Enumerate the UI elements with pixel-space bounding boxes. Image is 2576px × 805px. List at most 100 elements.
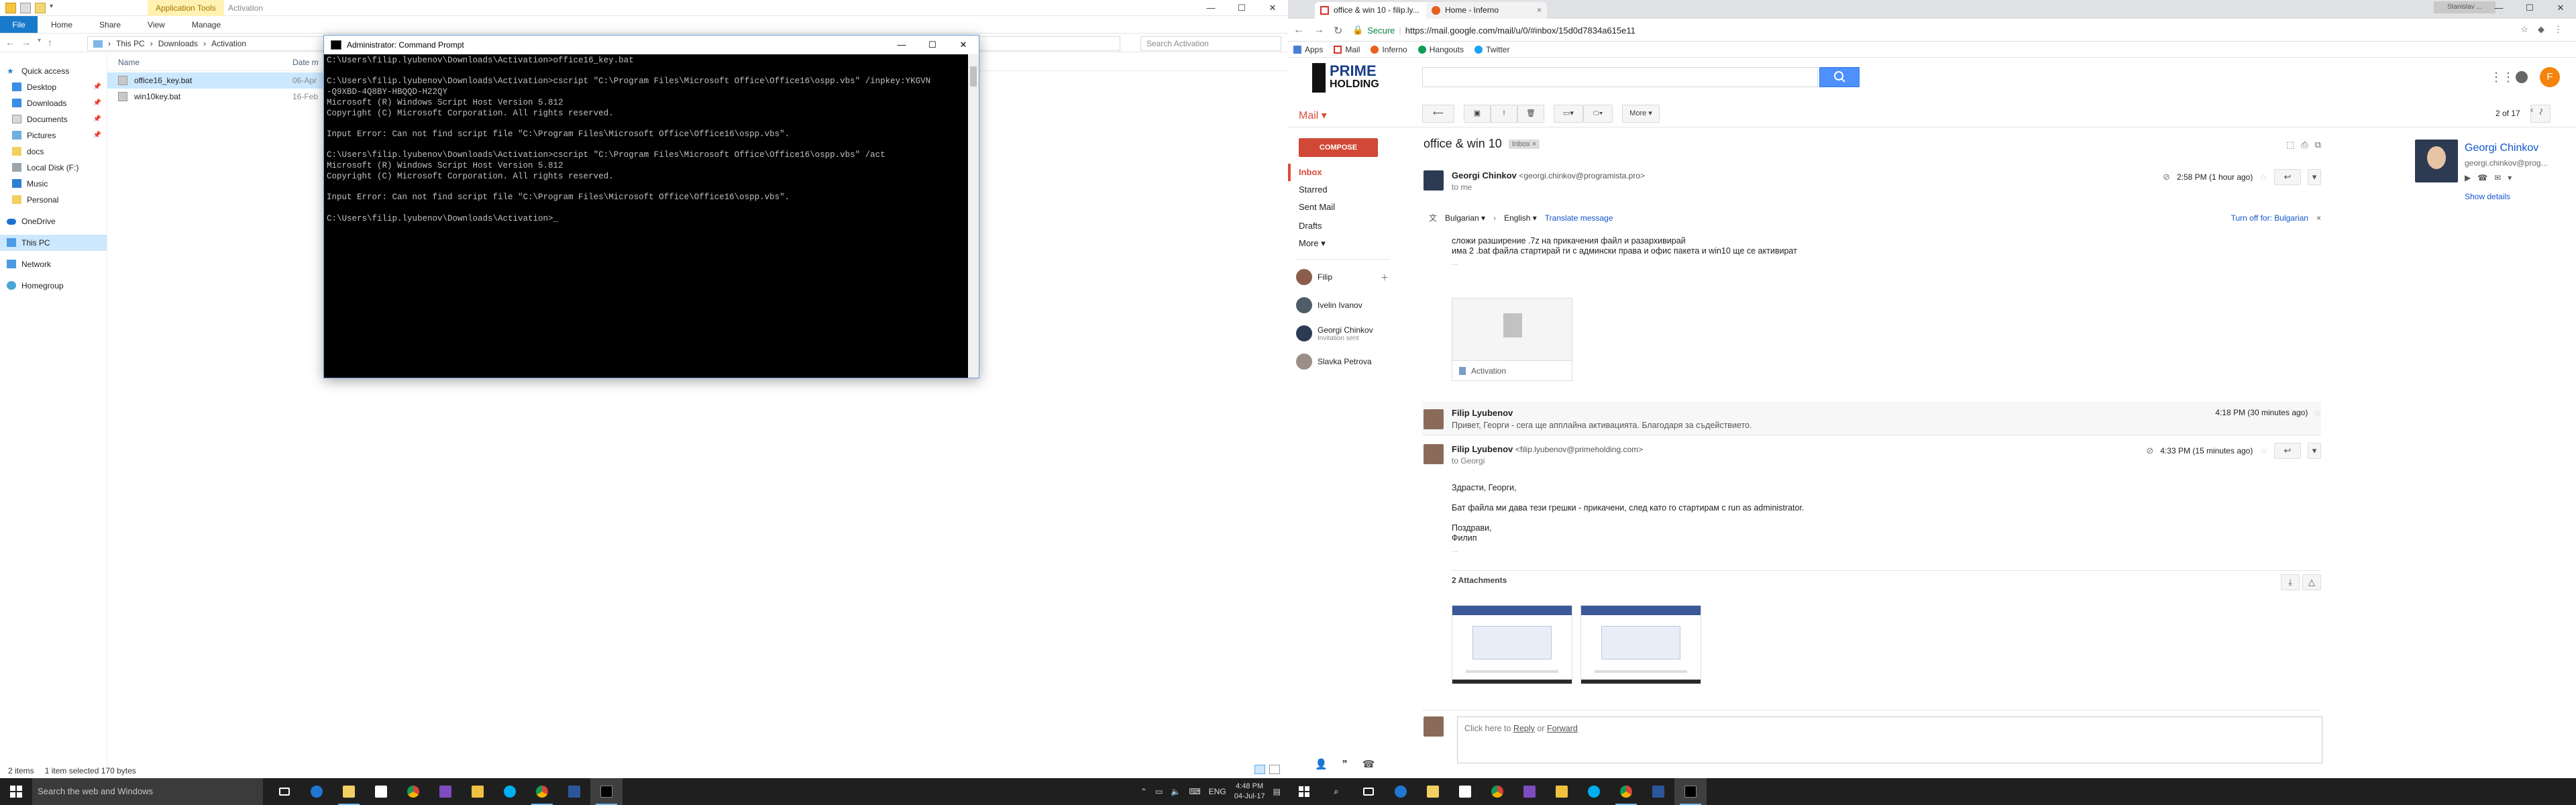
forward-arrow-icon[interactable]: → xyxy=(1313,24,1324,38)
more-button[interactable]: More ▾ xyxy=(1622,105,1660,123)
nav-documents[interactable]: Documents 📌 xyxy=(0,111,107,127)
attachment-thumbnail[interactable] xyxy=(1452,605,1572,684)
message-header[interactable]: Georgi Chinkov <georgi.chinkov@programis… xyxy=(1452,170,1645,192)
nav-docs[interactable]: docs xyxy=(0,144,107,160)
download-all-icon[interactable]: ⤓ xyxy=(2281,574,2300,590)
tab-gmail[interactable]: office & win 10 - filip.ly... × xyxy=(1315,2,1436,19)
visual-studio-button[interactable] xyxy=(1513,778,1546,805)
column-date[interactable]: Date m xyxy=(292,58,319,67)
translate-link[interactable]: Translate message xyxy=(1545,213,1613,223)
cmd-button[interactable] xyxy=(590,778,623,805)
mail-menu[interactable]: Mail ▾ xyxy=(1299,109,1327,122)
recipient-line[interactable]: to Georgi xyxy=(1452,456,1643,466)
console-output[interactable]: C:\Users\filip.lyubenov\Downloads\Activa… xyxy=(324,54,968,378)
back-arrow-icon[interactable]: ← xyxy=(1293,24,1304,38)
reload-icon[interactable]: ↻ xyxy=(1334,24,1342,38)
apps-grid-icon[interactable]: ⋮⋮ xyxy=(2490,70,2514,84)
task-view-button[interactable] xyxy=(1352,778,1385,805)
minimize-button[interactable]: — xyxy=(886,36,917,54)
skype-button[interactable] xyxy=(494,778,526,805)
reply-link[interactable]: Reply xyxy=(1513,724,1535,733)
url-bar[interactable]: 🔒 Secure | https://mail.google.com/mail/… xyxy=(1352,22,2446,38)
person-icon[interactable]: 👤 xyxy=(1315,758,1328,770)
new-window-icon[interactable]: ⧉ xyxy=(2315,140,2321,150)
minimize-button[interactable]: — xyxy=(2483,0,2514,16)
search-input[interactable]: Search Activation xyxy=(1140,36,1281,51)
tab-share[interactable]: Share xyxy=(86,16,134,33)
breadcrumb-downloads[interactable]: Downloads xyxy=(158,39,198,48)
compose-button[interactable]: COMPOSE xyxy=(1299,138,1378,157)
folder-drafts[interactable]: Drafts xyxy=(1288,217,1395,235)
folder-more[interactable]: More ▾ xyxy=(1288,235,1395,252)
up-arrow-icon[interactable]: ↑ xyxy=(48,37,52,48)
notifications-icon[interactable] xyxy=(2516,71,2528,83)
reply-button[interactable]: ↩ xyxy=(2274,443,2301,459)
mail-search-input[interactable] xyxy=(1422,67,1818,87)
bookmark-mail[interactable]: Mail xyxy=(1334,45,1360,54)
attachment-card[interactable]: Activation xyxy=(1452,298,1572,381)
language-indicator[interactable]: ENG xyxy=(1209,787,1226,796)
file-explorer-button[interactable] xyxy=(1417,778,1449,805)
chevron-right-icon[interactable]: › xyxy=(2540,105,2542,115)
close-button[interactable]: ✕ xyxy=(2545,0,2576,16)
breadcrumb-this-pc[interactable]: This PC xyxy=(116,39,145,48)
close-icon[interactable]: × xyxy=(2316,213,2321,223)
delete-button[interactable]: 🗑 xyxy=(1517,105,1544,123)
star-icon[interactable]: ☆ xyxy=(2259,445,2267,456)
attachment-thumbnail[interactable] xyxy=(1580,605,1701,684)
labels-button[interactable]: ⬭▾ xyxy=(1583,105,1613,123)
more-options-button[interactable]: ▾ xyxy=(2308,169,2321,185)
start-button-secondary[interactable] xyxy=(1288,778,1320,805)
tiles-view-icon[interactable] xyxy=(1269,765,1280,774)
report-spam-button[interactable]: ! xyxy=(1491,105,1517,123)
move-to-button[interactable]: ▭▾ xyxy=(1554,105,1583,123)
contact-name[interactable]: Georgi Chinkov xyxy=(2465,142,2538,154)
reply-box[interactable]: Click here to Reply or Forward xyxy=(1457,716,2322,763)
bookmark-hangouts[interactable]: Hangouts xyxy=(1417,45,1464,54)
reply-button[interactable]: ↩ xyxy=(2274,169,2301,185)
scrollbar-thumb[interactable] xyxy=(970,66,977,87)
nav-pictures[interactable]: Pictures 📌 xyxy=(0,127,107,144)
archive-button[interactable]: ▣ xyxy=(1464,105,1491,123)
nav-this-pc[interactable]: This PC xyxy=(0,235,107,251)
more-options-button[interactable]: ▾ xyxy=(2308,443,2321,459)
nav-desktop[interactable]: Desktop 📌 xyxy=(0,79,107,95)
breadcrumb-activation[interactable]: Activation xyxy=(211,39,246,48)
menu-icon[interactable]: ⋮ xyxy=(2554,24,2563,35)
close-tab-icon[interactable]: × xyxy=(1537,2,1542,19)
forward-arrow-icon[interactable]: → xyxy=(21,37,31,48)
chevron-down-icon[interactable]: ▾ xyxy=(2508,173,2512,182)
save-icon[interactable] xyxy=(5,3,16,13)
taskbar-search[interactable]: Search the web and Windows xyxy=(32,778,263,805)
close-button[interactable]: ✕ xyxy=(948,36,979,54)
file-explorer-button[interactable] xyxy=(333,778,365,805)
turn-off-translate-link[interactable]: Turn off for: Bulgarian xyxy=(2231,213,2308,223)
nav-local-disk[interactable]: Local Disk (F:) xyxy=(0,160,107,176)
maximize-button[interactable]: ☐ xyxy=(917,36,948,54)
hangout-contact[interactable]: Slavka Petrova xyxy=(1288,349,1395,374)
start-button[interactable] xyxy=(0,778,32,805)
expand-all-icon[interactable]: ⬚ xyxy=(2286,140,2294,150)
back-arrow-icon[interactable]: ← xyxy=(5,37,15,48)
properties-icon[interactable] xyxy=(20,3,31,13)
close-button[interactable]: ✕ xyxy=(1257,0,1288,16)
minimize-button[interactable]: — xyxy=(1195,0,1226,16)
notifications-icon[interactable]: ▤ xyxy=(1273,787,1281,796)
maximize-button[interactable]: ☐ xyxy=(2514,0,2545,16)
cmd-button[interactable] xyxy=(1674,778,1707,805)
avatar[interactable]: F xyxy=(2540,67,2560,87)
message-header[interactable]: Filip Lyubenov <filip.lyubenov@primehold… xyxy=(1452,444,1643,466)
hangout-contact[interactable]: Filip ＋ xyxy=(1288,264,1395,290)
tab-home[interactable]: Home xyxy=(38,16,86,33)
keyboard-icon[interactable]: ⌨ xyxy=(1189,787,1200,796)
show-trimmed[interactable]: ... xyxy=(1452,258,1797,268)
contextual-tab-application-tools[interactable]: Application Tools xyxy=(148,0,224,16)
edge-button[interactable] xyxy=(301,778,333,805)
scrollbar[interactable] xyxy=(968,54,979,378)
column-name[interactable]: Name xyxy=(118,58,140,67)
chevron-down-icon[interactable]: ▾ xyxy=(38,37,41,48)
hangout-contact[interactable]: Ivelin Ivanov xyxy=(1288,292,1395,318)
word-button[interactable] xyxy=(558,778,590,805)
details-view-icon[interactable] xyxy=(1254,765,1265,774)
source-language-select[interactable]: Bulgarian ▾ xyxy=(1445,213,1485,223)
